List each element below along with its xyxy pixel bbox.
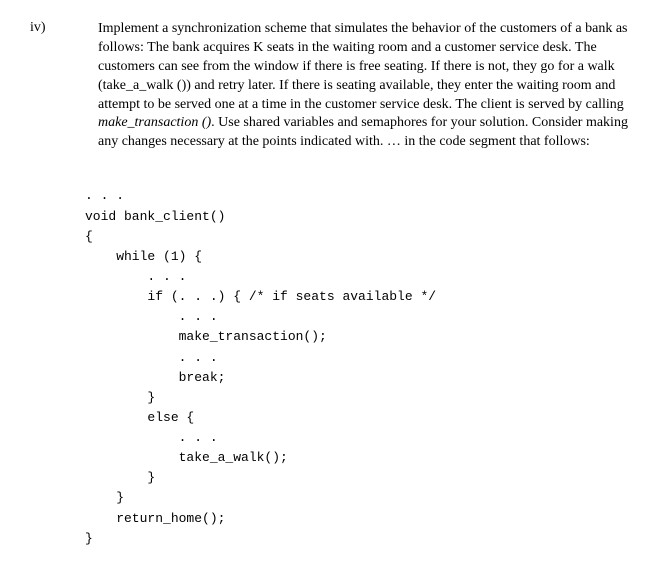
code-line: void bank_client() (85, 209, 225, 224)
code-line: return_home(); (85, 511, 225, 526)
code-line: . . . (85, 188, 124, 203)
question-block: iv) Implement a synchronization scheme t… (30, 20, 637, 152)
question-text: Implement a synchronization scheme that … (98, 20, 637, 152)
code-line: break; (85, 370, 225, 385)
code-line: . . . (85, 309, 218, 324)
code-line: make_transaction(); (85, 329, 327, 344)
code-line: take_a_walk(); (85, 450, 288, 465)
code-line: if (. . .) { /* if seats available */ (85, 289, 436, 304)
function-name-italic: make_transaction () (98, 115, 211, 130)
code-line: { (85, 229, 93, 244)
code-line: . . . (85, 350, 218, 365)
code-line: } (85, 470, 155, 485)
code-line: . . . (85, 430, 218, 445)
question-number: iv) (30, 20, 70, 152)
code-line: . . . (85, 269, 186, 284)
code-line: else { (85, 410, 194, 425)
question-text-part1: Implement a synchronization scheme that … (98, 21, 628, 112)
code-line: while (1) { (85, 249, 202, 264)
code-line: } (85, 490, 124, 505)
code-segment: . . . void bank_client() { while (1) { .… (85, 166, 637, 549)
code-line: } (85, 531, 93, 546)
code-line: } (85, 390, 155, 405)
